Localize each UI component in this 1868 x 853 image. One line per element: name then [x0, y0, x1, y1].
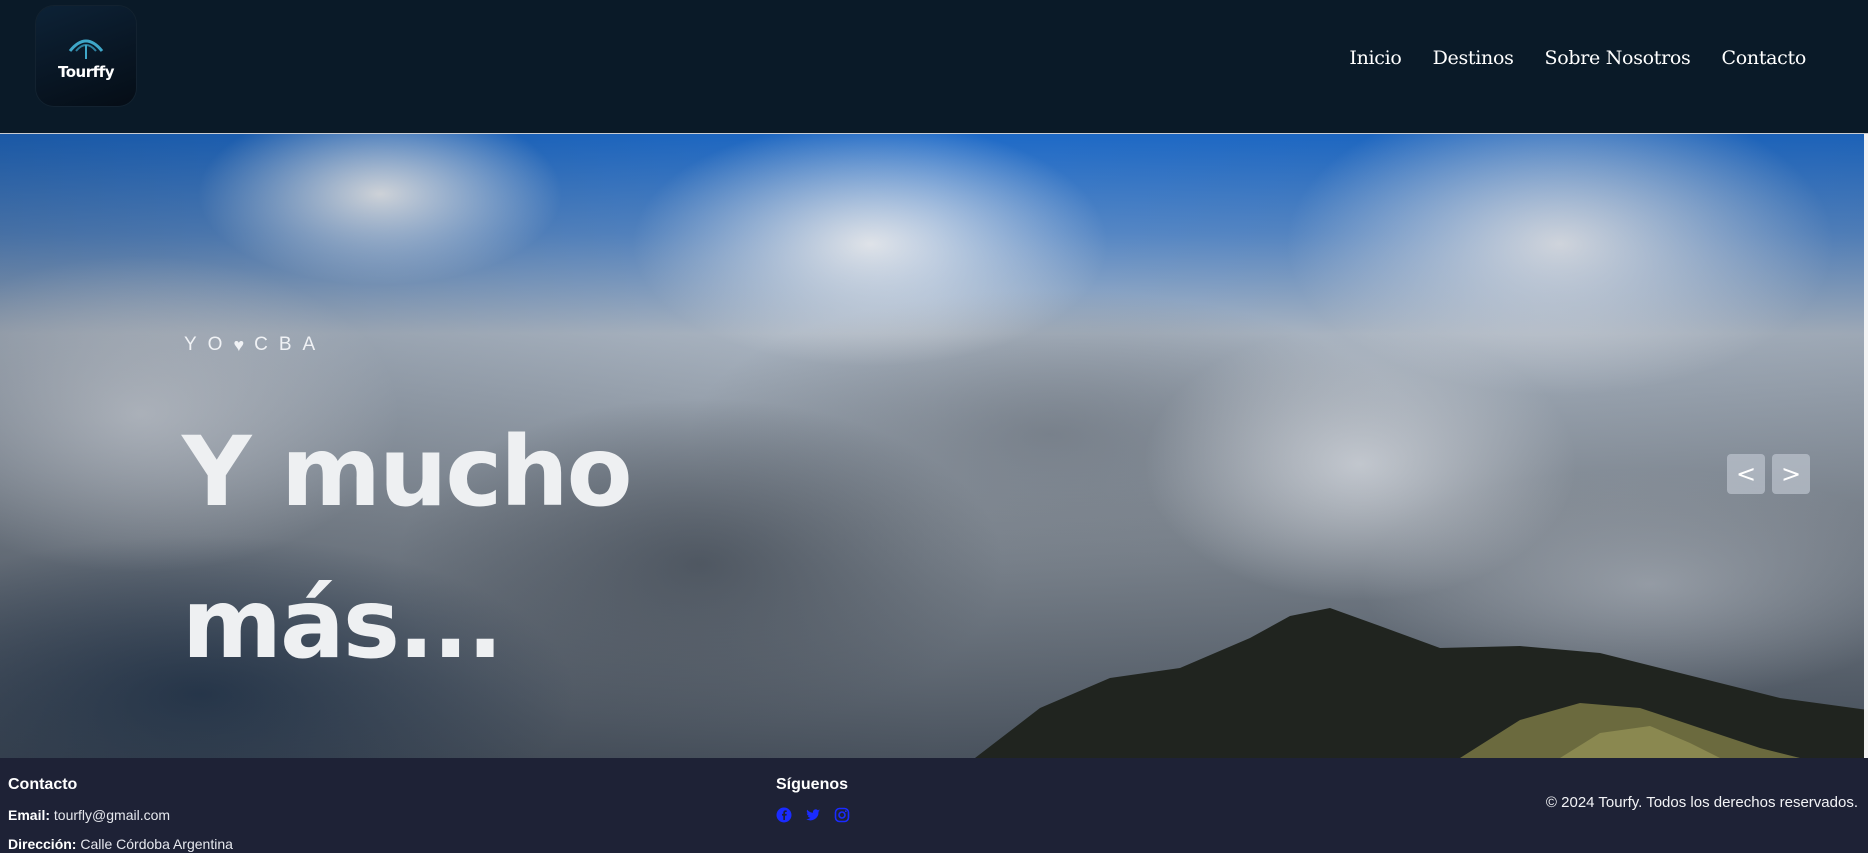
scrollbar-edge [1864, 134, 1868, 758]
twitter-icon[interactable] [805, 807, 821, 823]
heart-icon: ♥ [233, 334, 245, 355]
nav-destinos[interactable]: Destinos [1433, 47, 1514, 69]
address-value: Calle Córdoba Argentina [80, 836, 233, 852]
footer-social: Síguenos [776, 758, 850, 823]
nav-contacto[interactable]: Contacto [1722, 47, 1807, 69]
site-header: Tourffy Inicio Destinos Sobre Nosotros C… [0, 0, 1868, 134]
logo-text: Tourffy [58, 63, 114, 81]
instagram-icon[interactable] [834, 807, 850, 823]
main-nav: Inicio Destinos Sobre Nosotros Contacto [1349, 47, 1806, 69]
email-value: tourfly@gmail.com [53, 807, 171, 823]
social-links [776, 807, 850, 823]
hero-eyebrow: YO ♥ CBA [184, 334, 326, 356]
logo[interactable]: Tourffy [36, 6, 136, 106]
nav-sobre-nosotros[interactable]: Sobre Nosotros [1545, 47, 1691, 69]
eyebrow-yo: YO [184, 334, 234, 355]
slider-prev-button[interactable]: < [1727, 454, 1765, 494]
site-footer: Contacto Email: tourfly@gmail.com Direcc… [0, 758, 1868, 853]
footer-contact-heading: Contacto [8, 776, 78, 793]
address-label: Dirección: [8, 836, 77, 852]
facebook-icon[interactable] [776, 807, 792, 823]
hero-title: Y mucho más... [182, 416, 633, 680]
umbrella-logo-icon [68, 39, 104, 59]
nav-inicio[interactable]: Inicio [1349, 47, 1401, 69]
hero-slider: YO ♥ CBA Y mucho más... < > [0, 134, 1868, 758]
email-label: Email: [8, 807, 51, 823]
footer-address: Dirección: Calle Córdoba Argentina [8, 836, 233, 852]
footer-contact: Contacto Email: tourfly@gmail.com Direcc… [8, 758, 233, 852]
copyright-text: © 2024 Tourfy. Todos los derechos reserv… [1545, 794, 1858, 811]
footer-social-heading: Síguenos [776, 776, 849, 793]
footer-email: Email: tourfly@gmail.com [8, 807, 233, 823]
slider-next-button[interactable]: > [1772, 454, 1810, 494]
eyebrow-cba: CBA [254, 334, 327, 355]
